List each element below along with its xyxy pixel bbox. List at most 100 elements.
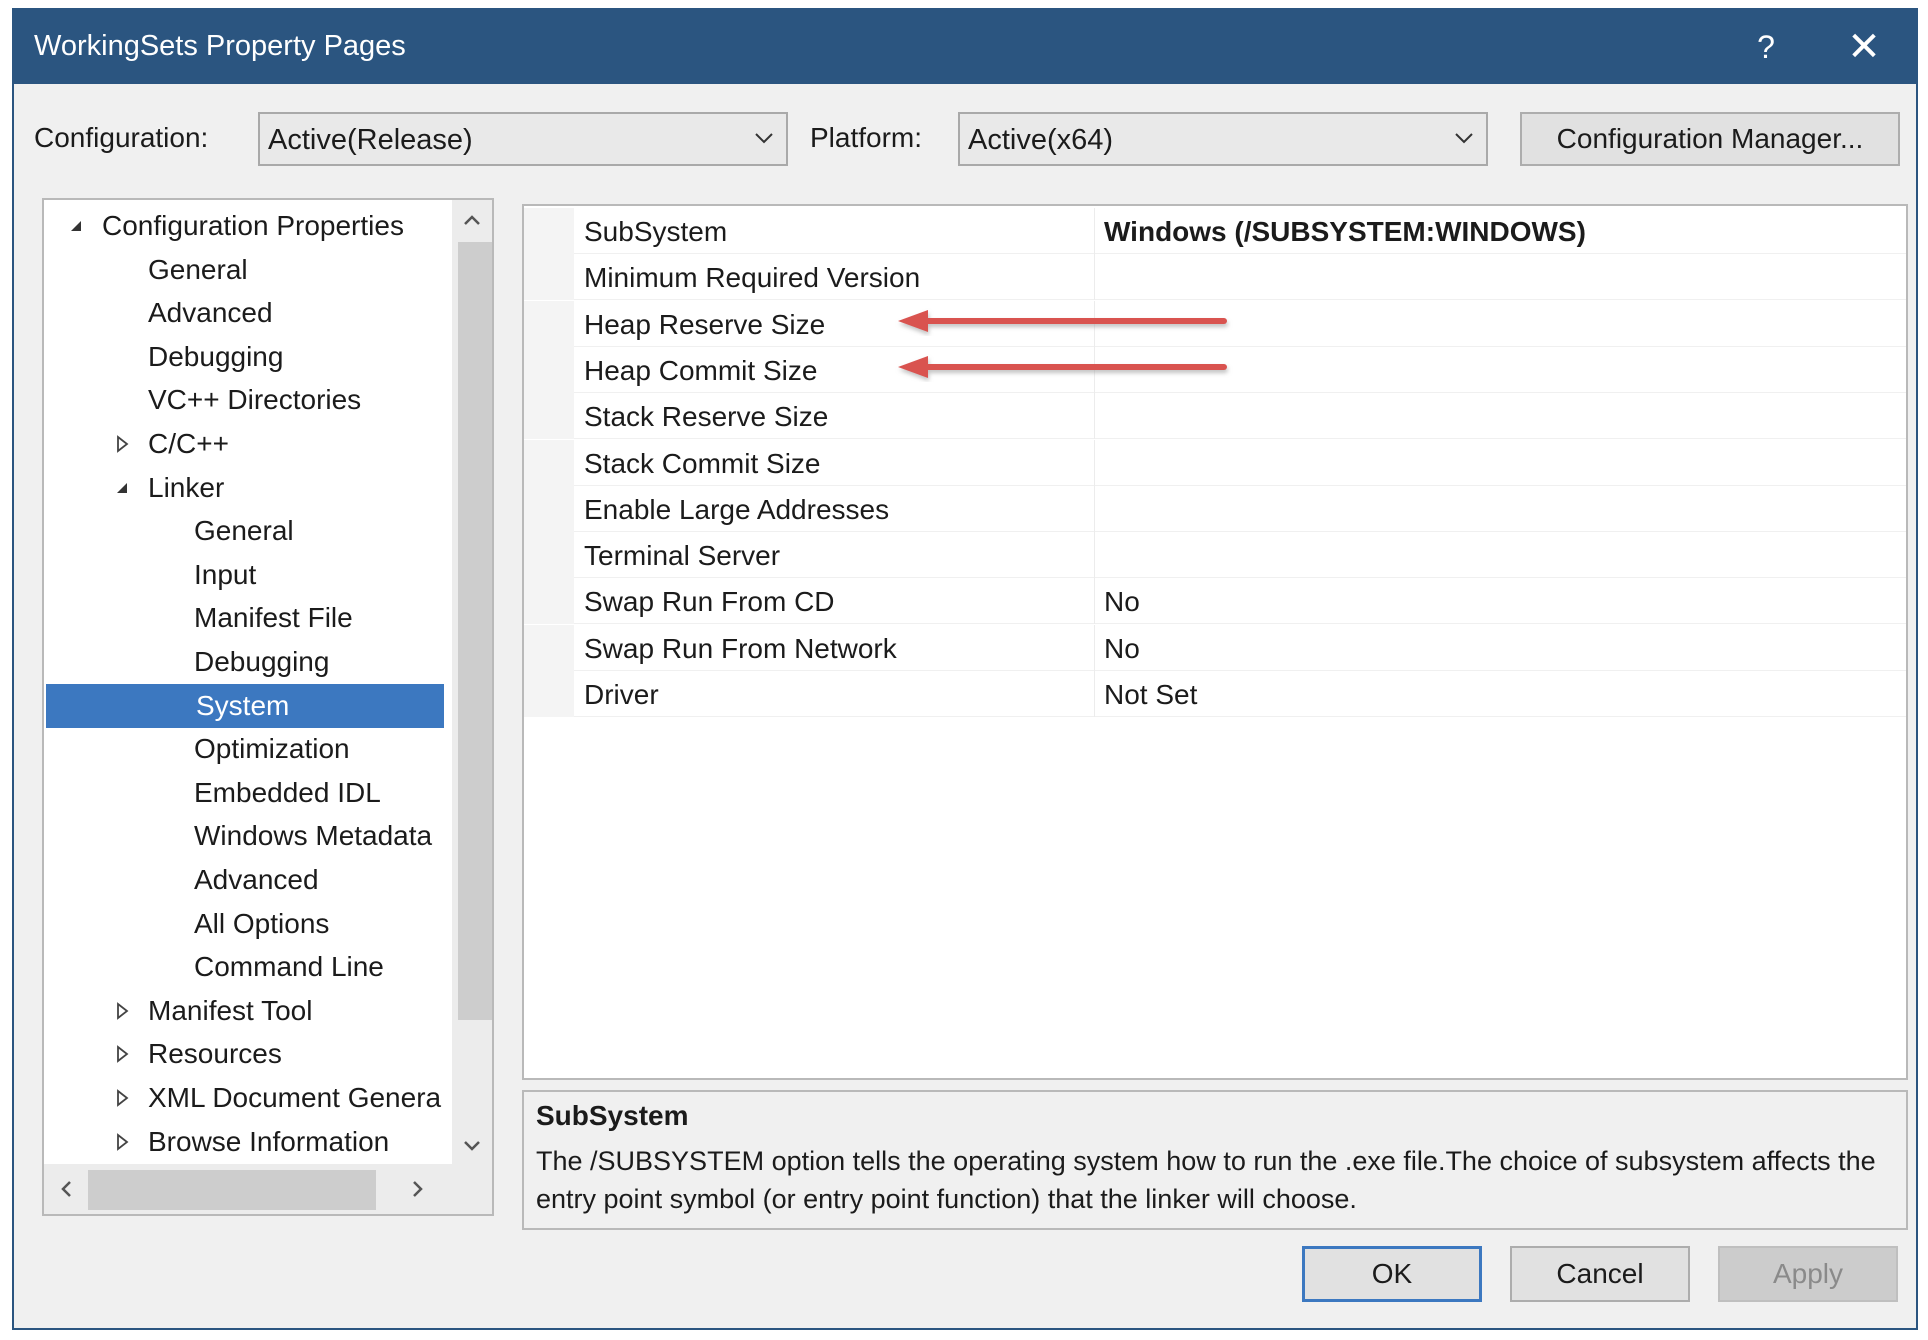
property-row[interactable]: Stack Reserve Size: [524, 393, 1906, 440]
collapsed-triangle-icon[interactable]: [112, 434, 132, 454]
collapsed-triangle-icon[interactable]: [112, 1001, 132, 1021]
property-name: Swap Run From CD: [584, 586, 835, 618]
tree-item-label: VC++ Directories: [148, 384, 362, 416]
tree-item[interactable]: Advanced: [44, 858, 444, 902]
column-divider: [1094, 208, 1095, 254]
expanded-triangle-icon[interactable]: [66, 216, 86, 236]
tree-item-label: Embedded IDL: [194, 776, 381, 808]
platform-label: Platform:: [810, 122, 923, 153]
tree-item[interactable]: XML Document Genera: [44, 1076, 444, 1120]
tree-item-label: Input: [194, 558, 257, 590]
tree-item[interactable]: C/C++: [44, 422, 444, 466]
property-name: Heap Commit Size: [584, 354, 818, 386]
collapsed-triangle-icon[interactable]: [112, 1088, 132, 1108]
tree-item[interactable]: Embedded IDL: [44, 771, 444, 815]
row-gutter: [524, 578, 574, 625]
tree-item[interactable]: General: [44, 248, 444, 292]
property-name: Stack Commit Size: [584, 447, 821, 479]
description-panel: SubSystem The /SUBSYSTEM option tells th…: [522, 1090, 1908, 1230]
tree-item[interactable]: Manifest Tool: [44, 989, 444, 1033]
tree-item-label: Manifest Tool: [148, 994, 313, 1026]
column-divider: [1094, 485, 1095, 532]
row-gutter: [524, 624, 574, 671]
tree-item[interactable]: All Options: [44, 902, 444, 946]
property-name: Stack Reserve Size: [584, 401, 829, 433]
configuration-value: Active(Release): [268, 124, 473, 156]
scroll-right-icon[interactable]: [398, 1169, 438, 1209]
tree-item[interactable]: Command Line: [44, 945, 444, 989]
ok-button[interactable]: OK: [1302, 1246, 1482, 1302]
scrollbar-corner: [452, 1164, 492, 1214]
tree-item-label: Optimization: [194, 733, 350, 765]
tree-item[interactable]: Browse Information: [44, 1120, 444, 1164]
tree-item[interactable]: Resources: [44, 1032, 444, 1076]
column-divider: [1094, 254, 1095, 301]
platform-dropdown[interactable]: Active(x64): [958, 112, 1488, 166]
property-value[interactable]: Windows (/SUBSYSTEM:WINDOWS): [1104, 216, 1586, 248]
collapsed-triangle-icon[interactable]: [112, 1044, 132, 1064]
property-row[interactable]: Enable Large Addresses: [524, 485, 1906, 532]
close-button[interactable]: ✕: [1814, 10, 1914, 84]
property-row[interactable]: SubSystem Windows (/SUBSYSTEM:WINDOWS): [524, 208, 1906, 254]
property-value[interactable]: No: [1104, 633, 1140, 665]
tree-item-label: XML Document Genera: [148, 1082, 442, 1113]
tree-item[interactable]: VC++ Directories: [44, 378, 444, 422]
column-divider: [1094, 671, 1095, 717]
configuration-dropdown[interactable]: Active(Release): [258, 112, 788, 166]
tree-item[interactable]: System: [46, 683, 444, 728]
property-name: Heap Reserve Size: [584, 308, 826, 340]
column-divider: [1094, 624, 1095, 671]
collapsed-triangle-icon[interactable]: [112, 1132, 132, 1152]
help-button[interactable]: ?: [1716, 10, 1816, 84]
property-value[interactable]: Not Set: [1104, 679, 1197, 711]
property-name: SubSystem: [584, 216, 728, 247]
tree-horizontal-scrollbar[interactable]: [44, 1164, 454, 1214]
tree-item[interactable]: Debugging: [44, 335, 444, 379]
tree-item[interactable]: Advanced: [44, 291, 444, 335]
tree-item[interactable]: Windows Metadata: [44, 814, 444, 858]
property-row[interactable]: Swap Run From Network No: [524, 624, 1906, 671]
tree-vertical-scrollbar[interactable]: [452, 200, 492, 1166]
scroll-up-icon[interactable]: [452, 200, 492, 240]
apply-button[interactable]: Apply: [1718, 1246, 1898, 1302]
horizontal-scroll-thumb[interactable]: [88, 1170, 376, 1210]
title-bar: WorkingSets Property Pages ? ✕: [14, 10, 1916, 84]
property-row[interactable]: Driver Not Set: [524, 671, 1906, 717]
tree-item[interactable]: Input: [44, 553, 444, 597]
tree-item[interactable]: Optimization: [44, 727, 444, 771]
annotation-arrow-icon: [898, 356, 1227, 378]
platform-value: Active(x64): [968, 124, 1114, 156]
property-row[interactable]: Swap Run From CD No: [524, 578, 1906, 625]
tree-item-label: All Options: [194, 907, 330, 939]
configuration-label: Configuration:: [34, 122, 209, 153]
tree-item-label: Resources: [148, 1038, 282, 1070]
tree-item[interactable]: General: [44, 509, 444, 553]
cancel-button[interactable]: Cancel: [1510, 1246, 1690, 1302]
window-title: WorkingSets Property Pages: [34, 30, 406, 62]
property-value[interactable]: No: [1104, 586, 1140, 618]
property-name: Enable Large Addresses: [584, 493, 890, 525]
property-row[interactable]: Terminal Server: [524, 532, 1906, 579]
expanded-triangle-icon[interactable]: [112, 478, 132, 498]
row-gutter: [524, 439, 574, 486]
scroll-down-icon[interactable]: [452, 1126, 492, 1166]
vertical-scroll-thumb[interactable]: [458, 242, 492, 1020]
property-name: Terminal Server: [584, 540, 781, 572]
row-gutter: [524, 393, 574, 440]
tree-item-label: Debugging: [194, 646, 330, 677]
configuration-manager-button[interactable]: Configuration Manager...: [1520, 112, 1900, 166]
property-row[interactable]: Minimum Required Version: [524, 254, 1906, 301]
tree-item-label: Debugging: [148, 340, 284, 372]
tree-item-label: System: [196, 689, 290, 721]
tree-item[interactable]: Linker: [44, 466, 444, 510]
row-gutter: [524, 208, 574, 254]
property-row[interactable]: Stack Commit Size: [524, 439, 1906, 486]
tree-item[interactable]: Manifest File: [44, 596, 444, 640]
tree-item[interactable]: Debugging: [44, 640, 444, 684]
column-divider: [1094, 439, 1095, 486]
tree-item-label: Advanced: [148, 297, 273, 329]
tree-item-label: Manifest File: [194, 602, 353, 634]
tree-item[interactable]: Configuration Properties: [44, 204, 444, 248]
scroll-left-icon[interactable]: [46, 1169, 86, 1209]
tree-item-label: General: [148, 253, 248, 285]
